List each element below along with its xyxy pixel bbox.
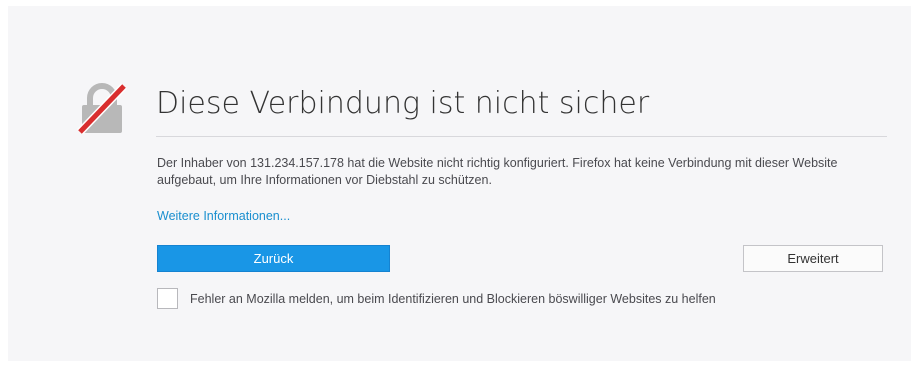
report-error-label[interactable]: Fehler an Mozilla melden, um beim Identi… [190, 292, 716, 306]
broken-lock-icon [77, 83, 127, 134]
page: Diese Verbindung ist nicht sicher Der In… [0, 0, 919, 367]
advanced-button[interactable]: Erweitert [743, 245, 883, 272]
error-description: Der Inhaber von 131.234.157.178 hat die … [157, 156, 838, 187]
report-error-row: Fehler an Mozilla melden, um beim Identi… [157, 288, 716, 309]
report-error-checkbox[interactable] [157, 288, 178, 309]
page-title: Diese Verbindung ist nicht sicher [156, 86, 650, 121]
back-button[interactable]: Zurück [157, 245, 390, 272]
title-divider [156, 136, 887, 137]
learn-more-link[interactable]: Weitere Informationen... [157, 208, 290, 225]
